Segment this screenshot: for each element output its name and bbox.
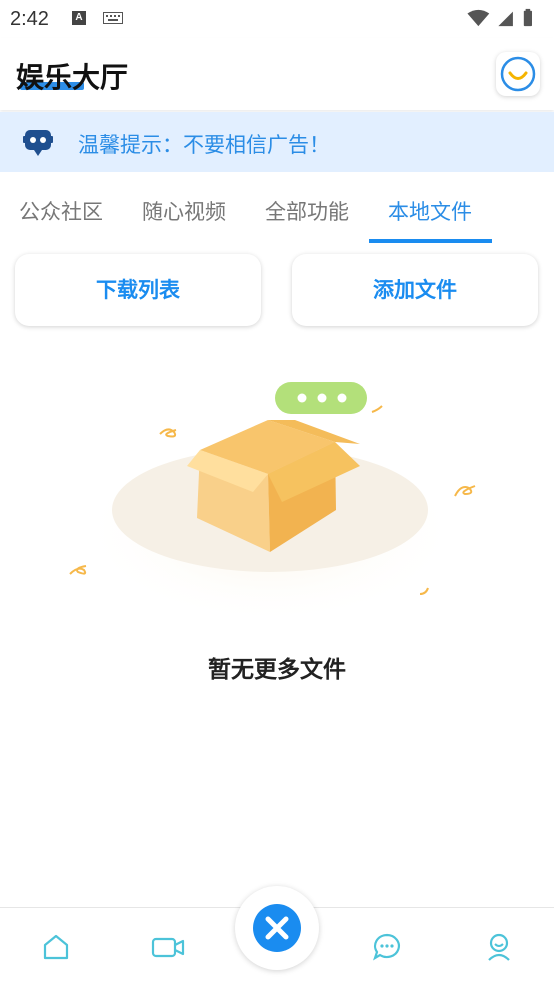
tab-videos[interactable]: 随心视频 — [142, 196, 226, 226]
tab-indicator — [369, 239, 492, 243]
accessibility-badge-icon: A — [72, 11, 86, 25]
robot-icon — [23, 130, 53, 156]
chat-icon[interactable] — [372, 932, 402, 962]
video-icon[interactable] — [151, 932, 185, 962]
home-icon[interactable] — [41, 932, 71, 962]
app-bar: 娱乐大厅 — [0, 38, 554, 110]
user-icon[interactable] — [484, 932, 514, 962]
status-bar: 2:42 A — [0, 0, 554, 38]
notice-banner: 温馨提示：不要相信广告！ — [0, 112, 554, 172]
close-circle-icon — [253, 904, 301, 952]
status-time: 2:42 — [10, 8, 49, 30]
download-list-button[interactable]: 下载列表 — [15, 254, 261, 326]
notice-text: 温馨提示：不要相信广告！ — [78, 133, 330, 157]
avatar-button[interactable] — [496, 52, 540, 96]
tab-community[interactable]: 公众社区 — [19, 196, 103, 226]
close-center-button[interactable] — [235, 886, 319, 970]
add-file-button[interactable]: 添加文件 — [292, 254, 538, 326]
empty-box-icon — [69, 382, 476, 625]
tab-local-files[interactable]: 本地文件 — [388, 196, 472, 226]
page-title: 娱乐大厅 — [16, 61, 129, 94]
signal-battery-icons — [467, 8, 532, 27]
smile-icon — [500, 56, 536, 92]
tab-all-functions[interactable]: 全部功能 — [265, 196, 349, 226]
empty-state-text: 暂无更多文件 — [208, 657, 346, 683]
tab-bar: 公众社区 随心视频 全部功能 本地文件 — [0, 172, 554, 246]
keyboard-icon — [103, 12, 123, 24]
